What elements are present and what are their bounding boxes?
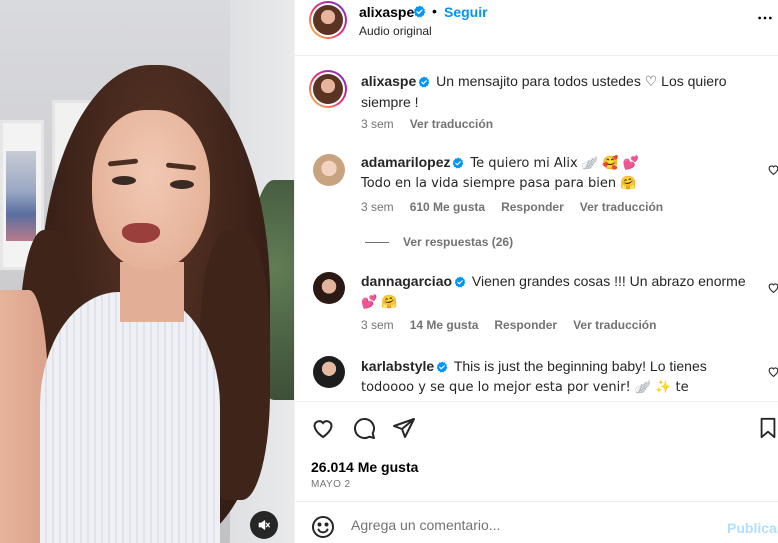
post-header: alixaspe • Seguir Audio original — [295, 0, 778, 56]
like-button[interactable] — [311, 416, 335, 445]
comment-meta: 3 sem 610 Me gusta Responder Ver traducc… — [361, 200, 663, 214]
comment-item: dannagarciao Vienen grandes cosas !!! Un… — [361, 272, 751, 312]
caption-translate-link[interactable]: Ver traducción — [410, 117, 493, 131]
caption-meta: 3 sem Ver traducción — [361, 117, 493, 131]
publish-button[interactable]: Publicar — [727, 520, 778, 536]
more-options-button[interactable] — [757, 10, 773, 31]
author-avatar[interactable] — [309, 1, 347, 39]
comment-item: adamarilopez Te quiero mi Alix 🪽 🥰 💕 Tod… — [361, 153, 751, 193]
comment-avatar[interactable] — [313, 154, 345, 186]
speaker-muted-icon — [258, 520, 270, 530]
comment-input[interactable] — [351, 512, 711, 538]
comment-item: karlabstyle This is just the beginning b… — [361, 357, 751, 397]
comments-list[interactable]: alixaspe Un mensajito para todos ustedes… — [295, 56, 778, 402]
comment-likes[interactable]: 14 Me gusta — [410, 318, 479, 332]
paper-plane-icon — [393, 418, 415, 438]
view-replies-label: Ver respuestas (26) — [403, 235, 514, 249]
divider-line — [365, 241, 389, 243]
reply-button[interactable]: Responder — [494, 318, 557, 332]
more-horizontal-icon — [758, 16, 772, 20]
comment-time: 3 sem — [361, 318, 394, 332]
caption: alixaspe Un mensajito para todos ustedes… — [361, 72, 741, 112]
comment-like-button[interactable] — [767, 163, 778, 181]
verified-badge-icon — [452, 155, 464, 174]
comment-text-line2: todoooo y se que lo mejor esta por venir… — [361, 380, 689, 395]
comment-text: This is just the beginning baby! Lo tien… — [453, 358, 707, 374]
comment-like-button[interactable] — [767, 281, 778, 299]
translate-link[interactable]: Ver traducción — [573, 318, 656, 332]
add-comment-bar: Publicar — [295, 502, 778, 543]
post-date: MAYO 2 — [311, 479, 351, 490]
verified-badge-icon — [418, 74, 430, 93]
comment-likes[interactable]: 610 Me gusta — [410, 200, 485, 214]
comment-text: Te quiero mi Alix 🪽 🥰 💕 — [470, 156, 639, 171]
heart-icon — [768, 283, 778, 294]
comment-username[interactable]: karlabstyle — [361, 358, 434, 374]
post-actions: 26.014 Me gusta MAYO 2 — [295, 402, 778, 502]
comment-text-line2: Todo en la vida siempre pasa para bien 🤗 — [361, 176, 637, 191]
post-panel: alixaspe • Seguir Audio original alixasp… — [294, 0, 778, 543]
heart-icon — [768, 367, 778, 378]
heart-icon — [313, 420, 333, 439]
share-button[interactable] — [392, 416, 416, 445]
comment-avatar[interactable] — [313, 356, 345, 388]
comment-text: Vienen grandes cosas !!! Un abrazo enorm… — [471, 273, 746, 289]
person-face — [92, 110, 210, 270]
verified-badge-icon — [413, 5, 426, 23]
author-username[interactable]: alixaspe — [359, 4, 414, 20]
caption-avatar[interactable] — [309, 70, 347, 108]
verified-badge-icon — [454, 274, 466, 293]
verified-badge-icon — [436, 359, 448, 378]
comment-button[interactable] — [352, 416, 376, 445]
emoji-picker-button[interactable] — [311, 515, 335, 543]
comment-text-line2: 💕 🤗 — [361, 295, 398, 310]
comment-time: 3 sem — [361, 200, 394, 214]
translate-link[interactable]: Ver traducción — [580, 200, 663, 214]
save-button[interactable] — [757, 416, 778, 445]
smiley-icon — [312, 516, 334, 538]
caption-username[interactable]: alixaspe — [361, 73, 416, 89]
comment-bubble-icon — [354, 418, 375, 439]
caption-time: 3 sem — [361, 117, 394, 131]
reel-video[interactable] — [0, 0, 294, 543]
comment-username[interactable]: adamarilopez — [361, 154, 450, 170]
reply-button[interactable]: Responder — [501, 200, 564, 214]
view-replies-button[interactable]: Ver respuestas (26) — [365, 235, 513, 249]
comment-like-button[interactable] — [767, 365, 778, 383]
comment-meta: 3 sem 14 Me gusta Responder Ver traducci… — [361, 318, 656, 332]
comment-avatar[interactable] — [313, 272, 345, 304]
mute-toggle-button[interactable] — [250, 511, 278, 539]
separator-dot: • — [432, 3, 437, 19]
audio-link[interactable]: Audio original — [359, 24, 432, 38]
follow-button[interactable]: Seguir — [444, 4, 488, 20]
bookmark-icon — [760, 417, 776, 439]
heart-icon — [768, 165, 778, 176]
comment-username[interactable]: dannagarciao — [361, 273, 452, 289]
person-top — [40, 292, 220, 543]
likes-count[interactable]: 26.014 Me gusta — [311, 459, 418, 475]
